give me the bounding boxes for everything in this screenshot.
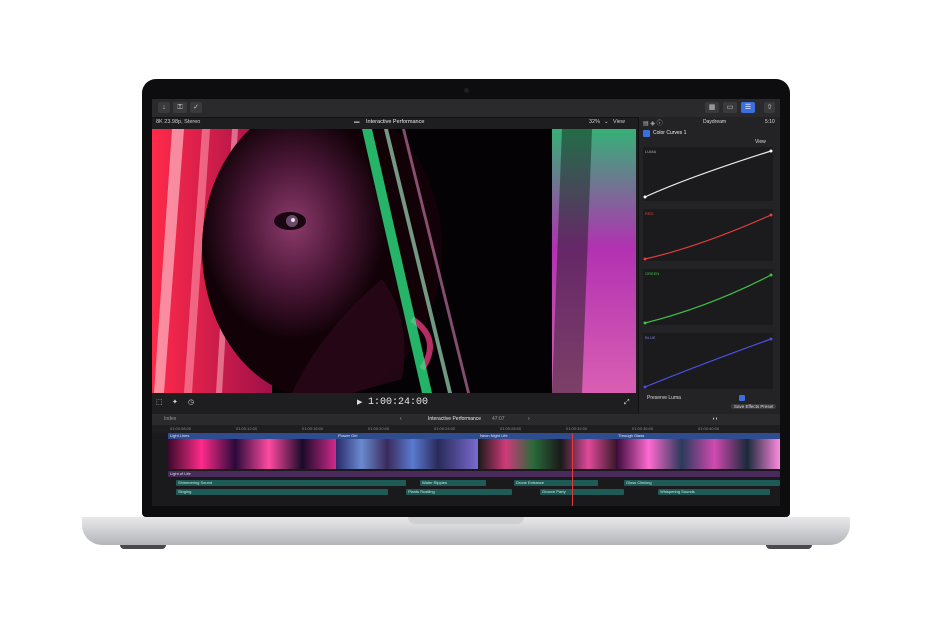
video-clip-filmstrip[interactable] [168,439,336,469]
effect-name: Color Curves 1 [653,130,687,136]
inspector-view-menu[interactable]: View [755,139,766,145]
laptop-base [82,517,850,545]
inspector-clip-name: Daydream [703,119,727,125]
curve-label-luma: LUMA [645,149,657,154]
key-icon: ⚿ [177,104,183,111]
audio-clip[interactable]: Drone Entrance [514,480,598,486]
preserve-luma-checkbox[interactable] [739,395,745,401]
inspector-toggle[interactable]: ☰ [741,102,755,113]
play-button[interactable]: ▶ [357,395,362,411]
playhead[interactable] [572,433,573,506]
check-icon: ✓ [193,104,199,111]
audio-clip[interactable]: Shimmering Sound [176,480,406,486]
ruler-tick: 01:00:32:00 [566,426,588,431]
viewer-header: 8K 23.98p, Stereo ▬ Interactive Performa… [152,117,636,128]
curve-label-blue: BLUE [645,335,656,340]
ruler-tick: 01:00:08:00 [170,426,192,431]
format-label: 8K 23.98p, Stereo [156,119,201,125]
save-effects-preset-button[interactable]: Save Effects Preset [731,404,777,409]
timecode-display: 1:00:24:00 [368,397,429,408]
import-button[interactable]: ↓ [158,102,170,113]
timeline-toggle[interactable]: ▭ [723,102,737,113]
laptop-foot-right [766,545,812,549]
index-button[interactable]: Index [164,414,176,425]
timeline-icon: ▭ [726,104,734,111]
speed-icon[interactable]: ◷ [188,395,194,411]
grid-icon: ▦ [708,104,716,111]
share-icon: ⇧ [766,104,773,111]
viewer-project-title: Interactive Performance [366,119,425,125]
keywords-button[interactable]: ⚿ [173,102,187,113]
share-button[interactable]: ⇧ [764,102,775,113]
timeline-header: Index ‹ Interactive Performance 47:07 › … [152,414,780,425]
timeline-ruler: 01:00:08:00 01:00:12:00 01:00:16:00 01:0… [152,425,780,433]
video-clip-filmstrip[interactable] [336,439,478,469]
viewer-controls: ⬚ ✦ ◷ ▶ 1:00:24:00 ⤢ [152,395,636,411]
ruler-tick: 01:00:20:00 [368,426,390,431]
title-lane[interactable]: Light of Life [168,471,780,477]
audio-clip[interactable]: Groove Party [540,489,624,495]
audio-meter-icon[interactable]: ◖◗ [712,414,718,425]
color-curves-graph [643,147,773,389]
curve-label-green: GREEN [645,271,660,276]
zoom-chevron-icon: ⌄ [604,119,609,125]
audio-clip[interactable]: Singing [176,489,388,495]
magic-wand-icon[interactable]: ✦ [172,395,178,411]
laptop-foot-left [120,545,166,549]
ruler-tick: 01:00:24:00 [434,426,456,431]
audio-clip[interactable]: Whispering Sounds [658,489,770,495]
viewer-view-menu[interactable]: View [613,117,625,128]
fullscreen-icon[interactable]: ⤢ [624,395,630,411]
ruler-tick: 01:00:36:00 [632,426,654,431]
transform-icon[interactable]: ⬚ [156,395,163,411]
inspector-tabs-icon[interactable]: ▤ ◈ ⓘ [643,118,663,127]
timeline-duration: 47:07 [492,416,505,422]
download-icon: ↓ [162,104,166,111]
video-clip-filmstrip[interactable] [478,439,616,469]
ruler-tick: 01:00:40:00 [698,426,720,431]
inspector-duration: 5:10 [765,119,775,125]
timeline-project-title: Interactive Performance [428,416,482,422]
audio-clip[interactable]: Plants Rustling [406,489,512,495]
audio-clip[interactable]: Water Ripples [420,480,486,486]
video-frame [152,129,636,393]
laptop-lid: ↓ ⚿ ✓ ▦ ▭ ☰ ⇧ 8K 23.98p, Stereo ▬ Intera… [142,79,790,517]
video-clip-filmstrip[interactable] [616,439,780,469]
preserve-luma-label: Preserve Luma [647,395,681,401]
timeline-tracks: Light Lines Flower Girl Neon Night Life … [152,433,780,506]
inspector-panel: ▤ ◈ ⓘ Daydream 5:10 Color Curves 1 View … [638,117,780,414]
timeline-forward-icon[interactable]: › [528,414,530,425]
audio-clip[interactable]: Gloss Clinking [624,480,780,486]
ruler-tick: 01:00:28:00 [500,426,522,431]
app-screen: ↓ ⚿ ✓ ▦ ▭ ☰ ⇧ 8K 23.98p, Stereo ▬ Intera… [152,99,780,506]
curve-label-red: RED [645,211,654,216]
top-toolbar: ↓ ⚿ ✓ ▦ ▭ ☰ ⇧ [152,99,780,118]
browser-toggle[interactable]: ▦ [705,102,719,113]
video-frame-image [152,129,636,393]
effect-enable-checkbox[interactable] [643,130,650,137]
camera-icon [464,88,469,93]
zoom-menu[interactable]: 32% [589,117,600,128]
background-tasks-button[interactable]: ✓ [190,102,202,113]
inspector-icon: ☰ [744,104,752,111]
film-icon: ▬ [354,119,360,125]
timeline-back-icon[interactable]: ‹ [400,414,402,425]
laptop-notch [408,517,524,524]
ruler-tick: 01:00:12:00 [236,426,258,431]
ruler-tick: 01:00:16:00 [302,426,324,431]
